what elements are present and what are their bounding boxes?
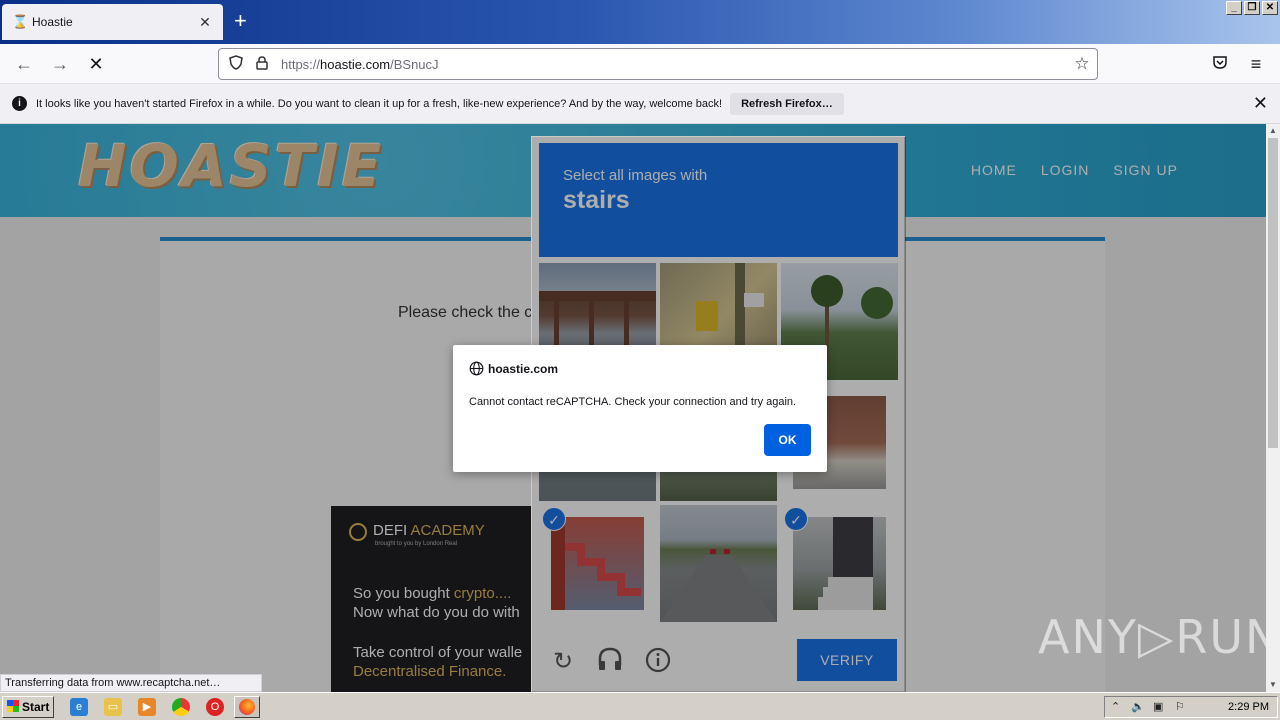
lock-icon[interactable] bbox=[249, 55, 275, 73]
opera-icon[interactable]: O bbox=[206, 698, 224, 716]
status-bar: Transferring data from www.recaptcha.net… bbox=[0, 674, 262, 692]
url-text[interactable]: https://hoastie.com/BSnucJ bbox=[281, 57, 1067, 72]
minimize-icon[interactable]: _ bbox=[1226, 1, 1242, 15]
windows-flag-icon bbox=[7, 700, 19, 712]
start-button[interactable]: Start bbox=[2, 696, 54, 718]
close-window-icon[interactable]: ✕ bbox=[1262, 1, 1278, 15]
scroll-up-icon[interactable]: ▲ bbox=[1266, 124, 1280, 138]
media-player-icon[interactable]: ▶ bbox=[138, 698, 156, 716]
network-icon[interactable]: ▣ bbox=[1153, 700, 1163, 713]
forward-arrow-icon[interactable]: → bbox=[48, 52, 72, 76]
shield-icon[interactable] bbox=[223, 55, 249, 73]
system-tray: ⌃ 🔈 ▣ ⚐ 2:29 PM bbox=[1104, 696, 1278, 718]
alert-dialog: hoastie.com Cannot contact reCAPTCHA. Ch… bbox=[453, 345, 827, 472]
browser-tab[interactable]: ⌛ Hoastie ✕ bbox=[2, 4, 223, 40]
pocket-icon[interactable] bbox=[1208, 52, 1232, 76]
globe-icon bbox=[469, 361, 484, 376]
dialog-message: Cannot contact reCAPTCHA. Check your con… bbox=[469, 396, 797, 408]
dialog-title: hoastie.com bbox=[469, 361, 558, 376]
address-bar[interactable]: https://hoastie.com/BSnucJ ☆ bbox=[218, 48, 1098, 80]
window-controls: _ ❐ ✕ bbox=[1226, 1, 1278, 15]
ok-button[interactable]: OK bbox=[764, 424, 811, 456]
navigation-bar: ← → ✕ https://hoastie.com/BSnucJ ☆ ≡ bbox=[0, 44, 1280, 84]
volume-icon[interactable]: 🔈 bbox=[1131, 700, 1145, 713]
tray-expand-icon[interactable]: ⌃ bbox=[1111, 700, 1120, 713]
page-scrollbar[interactable]: ▲ ▼ bbox=[1266, 124, 1280, 692]
scroll-down-icon[interactable]: ▼ bbox=[1266, 678, 1280, 692]
internet-explorer-icon[interactable]: e bbox=[70, 698, 88, 716]
bookmark-star-icon[interactable]: ☆ bbox=[1067, 54, 1097, 74]
dialog-origin: hoastie.com bbox=[488, 361, 559, 376]
restore-icon[interactable]: ❐ bbox=[1244, 1, 1260, 15]
close-tab-icon[interactable]: ✕ bbox=[197, 14, 213, 31]
info-icon: i bbox=[12, 96, 27, 111]
anyrun-watermark: ANY▷RUN bbox=[1038, 610, 1280, 664]
scrollbar-thumb[interactable] bbox=[1268, 138, 1278, 448]
title-bar: ⌛ Hoastie ✕ + _ ❐ ✕ bbox=[0, 0, 1280, 44]
firefox-icon bbox=[239, 699, 255, 715]
hamburger-menu-icon[interactable]: ≡ bbox=[1244, 52, 1268, 76]
new-tab-icon[interactable]: + bbox=[234, 10, 247, 32]
tab-title: Hoastie bbox=[32, 15, 73, 29]
action-center-flag-icon[interactable]: ⚐ bbox=[1175, 700, 1185, 713]
notification-bar: i It looks like you haven't started Fire… bbox=[0, 84, 1280, 124]
back-arrow-icon[interactable]: ← bbox=[12, 52, 36, 76]
hourglass-icon: ⌛ bbox=[12, 14, 29, 29]
close-notification-icon[interactable]: ✕ bbox=[1253, 93, 1268, 114]
stop-loading-icon[interactable]: ✕ bbox=[84, 52, 108, 76]
notification-message: It looks like you haven't started Firefo… bbox=[36, 97, 723, 110]
refresh-firefox-button[interactable]: Refresh Firefox… bbox=[730, 92, 844, 115]
folder-icon[interactable]: ▭ bbox=[104, 698, 122, 716]
chrome-icon[interactable] bbox=[172, 698, 190, 716]
taskbar: Start e ▭ ▶ O ⌃ 🔈 ▣ ⚐ 2:29 PM bbox=[0, 692, 1280, 720]
firefox-taskbar-button[interactable] bbox=[234, 696, 260, 718]
clock: 2:29 PM bbox=[1228, 701, 1269, 713]
